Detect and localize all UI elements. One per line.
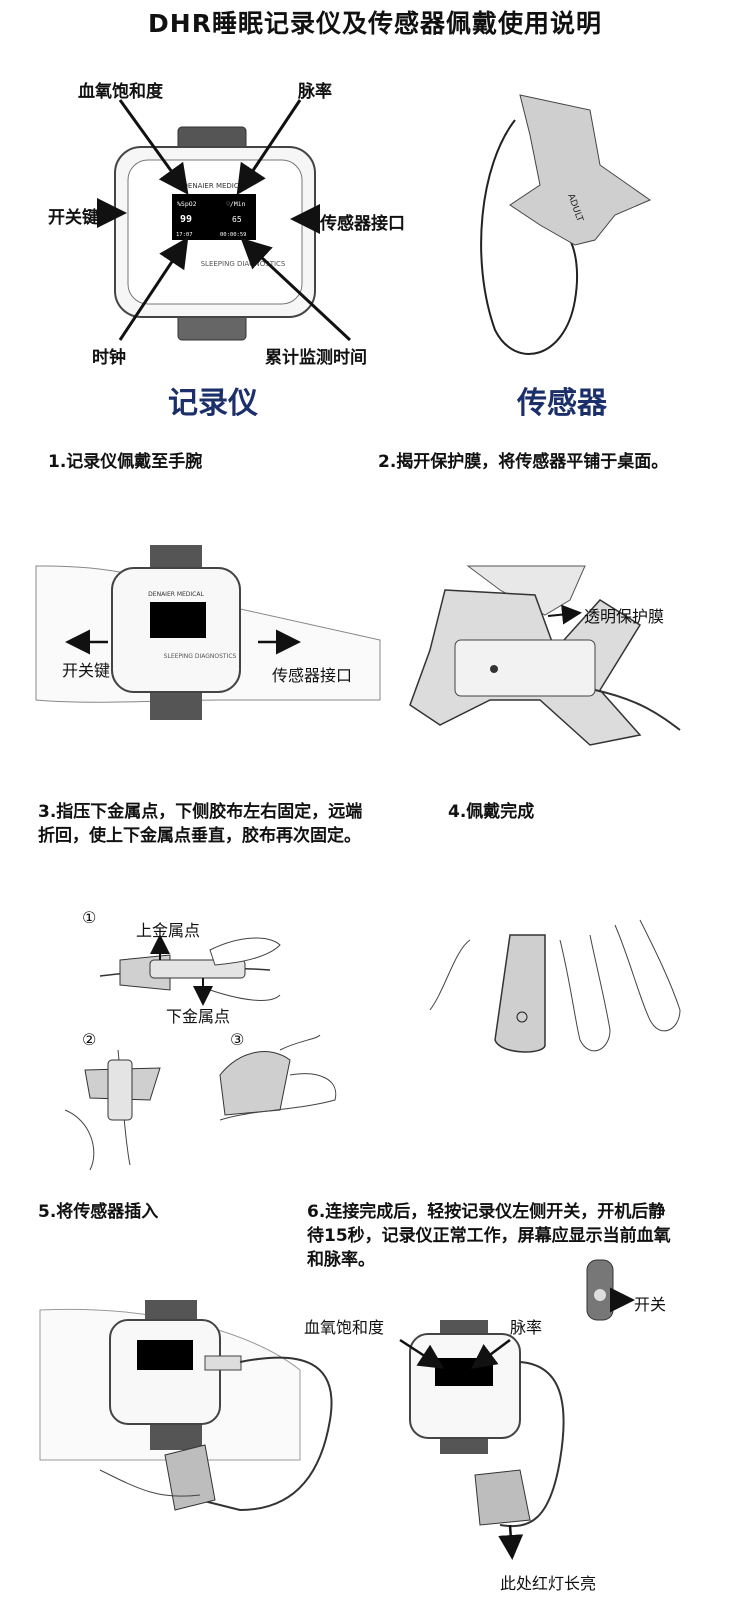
svg-text:00:00:59: 00:00:59 [220,232,247,238]
step3-label-upper-point: 上金属点 [136,921,201,940]
svg-text:99: 99 [180,214,192,225]
step-6-text: 6.连接完成后，轻按记录仪左侧开关，开机后静待15秒，记录仪正常工作，屏幕应显示… [307,1202,671,1270]
step4-finger-drawing [429,919,681,1053]
device-brand: DENAIER MEDICAL [183,182,248,190]
svg-text:DENAIER MEDICAL: DENAIER MEDICAL [148,591,204,598]
step6-label-pulse: 脉率 [510,1318,543,1337]
step5-drawing [39,1300,333,1512]
svg-text:17:07: 17:07 [176,232,193,238]
step6-label-spo2: 血氧饱和度 [304,1318,385,1337]
step-5-text: 5.将传感器插入 [38,1202,159,1222]
step-1-text: 1.记录仪佩戴至手腕 [48,452,203,472]
callout-clock: 时钟 [92,348,126,368]
callout-cumulative-time: 累计监测时间 [265,348,367,368]
step2-label-film: 透明保护膜 [584,607,665,626]
step-4-text: 4.佩戴完成 [448,802,535,822]
step-2-text: 2.揭开保护膜，将传感器平铺于桌面。 [378,452,669,472]
callout-pulse: 脉率 [298,82,332,102]
step3-marker-2: ② [82,1030,97,1049]
step3-marker-1: ① [82,908,97,927]
svg-text:%SpO2: %SpO2 [177,200,197,208]
step-3-text: 3.指压下金属点，下侧胶布左右固定，远端折回，使上下金属点垂直，胶布再次固定。 [38,802,363,846]
step1-wrist-drawing: DENAIER MEDICAL SLEEPING DIAGNOSTICS [35,545,381,720]
step3-label-lower-point: 下金属点 [166,1007,231,1026]
step6-drawing [409,1259,614,1528]
callout-spo2: 血氧饱和度 [78,82,163,102]
step3-marker-3: ③ [230,1030,245,1049]
recorder-device-drawing: DENAIER MEDICAL %SpO2 ♡/Min 99 65 17:07 … [114,126,316,341]
callout-power-key: 开关键 [48,208,99,228]
step6-label-switch: 开关 [634,1295,667,1314]
step1-label-sensor-port: 传感器接口 [272,666,353,685]
step2-sensor-drawing [409,565,681,746]
step6-label-red-light: 此处红灯长亮 [500,1574,597,1593]
step3-drawings [64,937,337,1171]
sensor-caption: 传感器 [517,386,607,421]
recorder-caption: 记录仪 [168,386,258,421]
svg-text:♡/Min: ♡/Min [226,200,246,208]
callout-sensor-port: 传感器接口 [320,214,405,234]
svg-text:SLEEPING DIAGNOSTICS: SLEEPING DIAGNOSTICS [164,653,237,660]
step1-label-power-key: 开关键 [62,661,111,680]
sensor-drawing: ADULT [480,94,652,355]
svg-text:65: 65 [232,215,242,224]
